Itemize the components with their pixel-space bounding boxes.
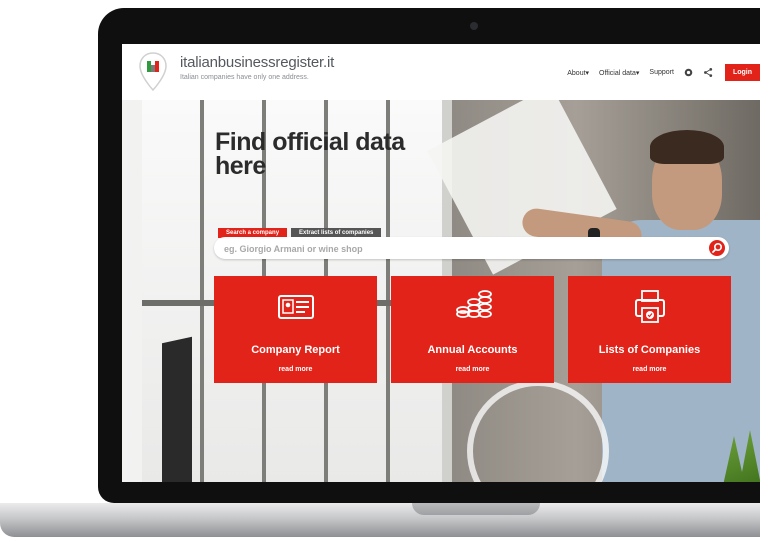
card-company-report[interactable]: Company Report read more [214, 276, 377, 383]
printer-icon [635, 290, 665, 323]
logo-icon[interactable] [138, 52, 168, 92]
nav-about[interactable]: About▾ [567, 69, 589, 77]
service-cards: Company Report read more Annual Accounts… [214, 276, 731, 383]
search-bar [214, 237, 729, 259]
share-icon[interactable] [703, 68, 715, 77]
hero-bg-monitor [162, 336, 192, 482]
login-button[interactable]: Login [724, 64, 760, 81]
site-tagline: Italian companies have only one address. [180, 74, 309, 81]
id-card-icon [278, 295, 314, 319]
globe-icon[interactable] [684, 68, 693, 77]
hero-section: Find official data here Search a company… [122, 100, 760, 482]
card-annual-accounts[interactable]: Annual Accounts read more [391, 276, 554, 383]
card-title: Annual Accounts [427, 344, 518, 356]
laptop-base [0, 503, 760, 537]
site-header: italianbusinessregister.it Italian compa… [122, 44, 760, 100]
nav-support[interactable]: Support [649, 69, 674, 76]
card-title: Lists of Companies [598, 344, 701, 356]
laptop-notch [412, 503, 540, 515]
nav-official-data[interactable]: Official data▾ [599, 69, 639, 77]
coins-icon [456, 290, 492, 318]
top-nav: About▾ Official data▾ Support Login [567, 64, 760, 81]
hero-bg-man-hair [650, 130, 724, 164]
webcam [470, 22, 478, 30]
nav-about-label: About [567, 69, 586, 77]
card-lists-of-companies[interactable]: Lists of Companies read more [568, 276, 731, 383]
read-more-link[interactable]: read more [391, 366, 554, 373]
search-input[interactable] [222, 241, 696, 257]
nav-official-data-label: Official data [599, 69, 636, 77]
read-more-link[interactable]: read more [214, 366, 377, 373]
read-more-link[interactable]: read more [568, 366, 731, 373]
laptop-screen: italianbusinessregister.it Italian compa… [122, 44, 760, 482]
site-brand[interactable]: italianbusinessregister.it [180, 54, 334, 71]
card-title: Company Report [251, 344, 340, 356]
search-button[interactable] [709, 240, 725, 256]
search-icon [712, 242, 723, 253]
hero-title: Find official data here [215, 128, 405, 180]
